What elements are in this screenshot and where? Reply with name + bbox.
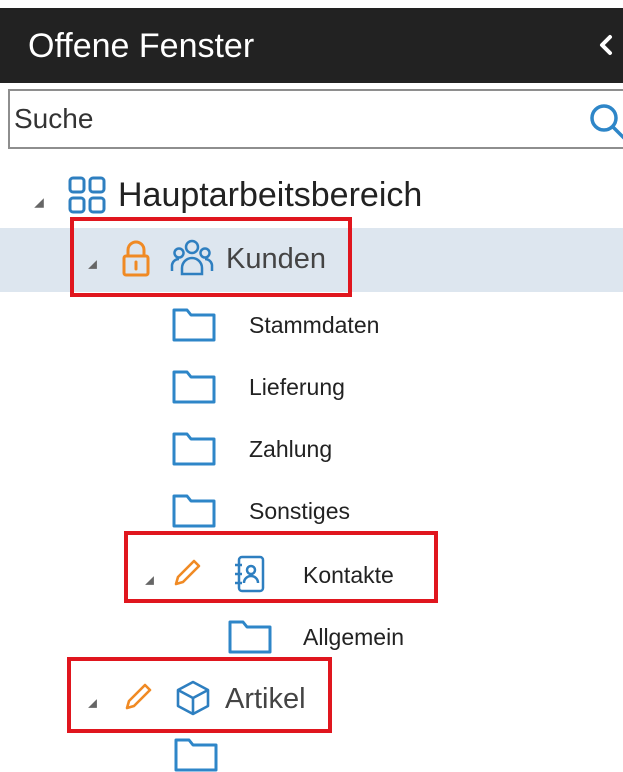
workspace-grid-icon <box>68 176 106 214</box>
folder-icon <box>174 736 218 772</box>
tree-item-hauptarbeitsbereich[interactable]: Hauptarbeitsbereich <box>0 170 623 228</box>
search-icon <box>590 104 623 140</box>
folder-icon <box>172 368 216 404</box>
contact-book-icon <box>235 555 265 593</box>
tree-item-label: Sonstiges <box>249 498 351 524</box>
tree-item-stammdaten[interactable]: Stammdaten <box>0 298 623 354</box>
people-icon <box>170 239 214 276</box>
tree-item-allgemein[interactable]: Allgemein <box>0 610 623 666</box>
cube-icon <box>176 680 210 716</box>
tree-item-kunden[interactable]: Kunden <box>0 228 623 292</box>
expand-caret-icon[interactable] <box>87 259 98 270</box>
tree-item-label: Zahlung <box>249 436 333 462</box>
collapse-panel-button[interactable] <box>589 24 623 66</box>
panel-header: Offene Fenster <box>0 8 623 83</box>
expand-caret-icon[interactable] <box>87 698 98 709</box>
chevron-left-icon <box>600 35 612 55</box>
expand-caret-icon[interactable] <box>33 197 45 209</box>
search-input[interactable] <box>10 91 574 147</box>
tree-item-artikel[interactable]: Artikel <box>0 668 623 730</box>
pencil-icon <box>121 680 155 714</box>
panel-title: Offene Fenster <box>28 27 255 65</box>
lock-icon <box>122 240 150 277</box>
tree-item-label: Kontakte <box>303 562 394 588</box>
search-box <box>8 89 623 149</box>
expand-caret-icon[interactable] <box>144 575 155 586</box>
pencil-icon <box>170 556 204 590</box>
folder-icon <box>228 618 272 654</box>
tree-item-label: Allgemein <box>303 624 404 650</box>
tree-item-label: Hauptarbeitsbereich <box>118 176 423 214</box>
tree-item-label: Artikel <box>225 683 306 715</box>
tree-item-label: Kunden <box>226 243 326 275</box>
folder-icon <box>172 306 216 342</box>
folder-icon <box>172 492 216 528</box>
tree-item-zahlung[interactable]: Zahlung <box>0 422 623 478</box>
search-button[interactable] <box>584 101 623 141</box>
tree-item-sonstiges[interactable]: Sonstiges <box>0 484 623 540</box>
tree-item-lieferung[interactable]: Lieferung <box>0 360 623 416</box>
tree-item-label: Stammdaten <box>249 312 380 338</box>
tree-item-label: Lieferung <box>249 374 345 400</box>
folder-icon <box>172 430 216 466</box>
tree-item-kontakte[interactable]: Kontakte <box>0 546 623 604</box>
